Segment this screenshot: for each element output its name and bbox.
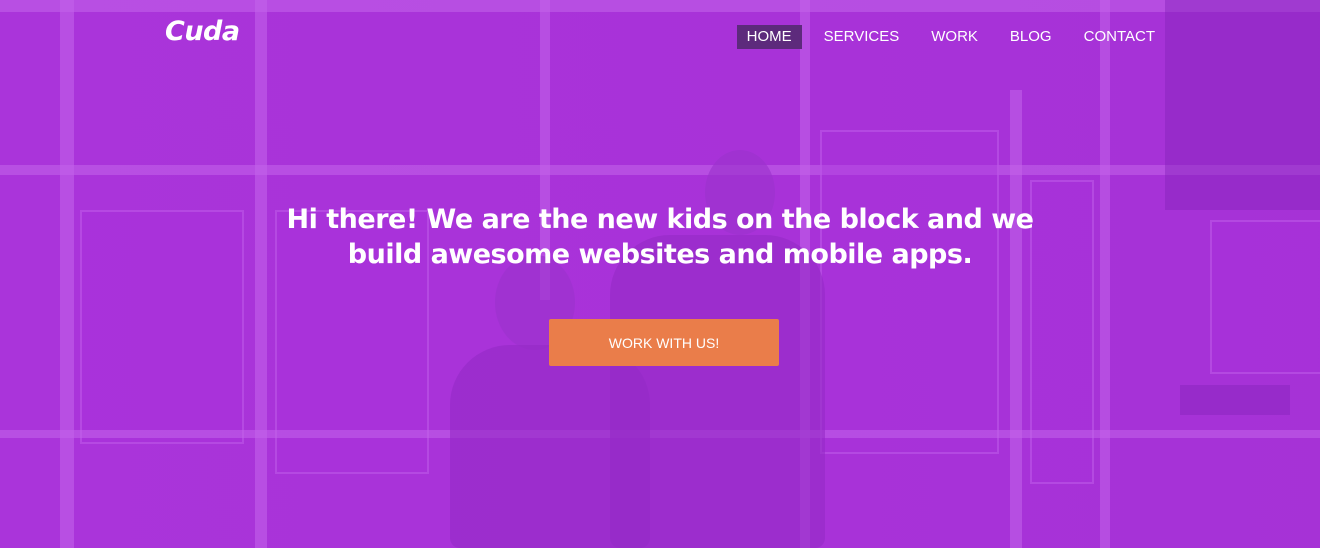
hero-headline-line-2: build awesome websites and mobile apps. <box>347 239 973 270</box>
nav-item-home[interactable]: HOME <box>736 25 802 49</box>
nav-item-services[interactable]: SERVICES <box>814 25 910 49</box>
nav-item-contact[interactable]: CONTACT <box>1074 25 1165 49</box>
hero-headline: Hi there! We are the new kids on the blo… <box>0 202 1320 272</box>
nav-item-work[interactable]: WORK <box>921 25 988 49</box>
brand-logo[interactable]: Cuda <box>165 16 240 47</box>
hero-color-overlay <box>0 0 1320 548</box>
hero-headline-line-1: Hi there! We are the new kids on the blo… <box>286 204 1034 235</box>
hero-section: Cuda HOME SERVICES WORK BLOG CONTACT Hi … <box>0 0 1320 548</box>
work-with-us-button[interactable]: WORK WITH US! <box>549 319 779 366</box>
nav-item-blog[interactable]: BLOG <box>1000 25 1062 49</box>
main-navigation: HOME SERVICES WORK BLOG CONTACT <box>725 25 1165 49</box>
